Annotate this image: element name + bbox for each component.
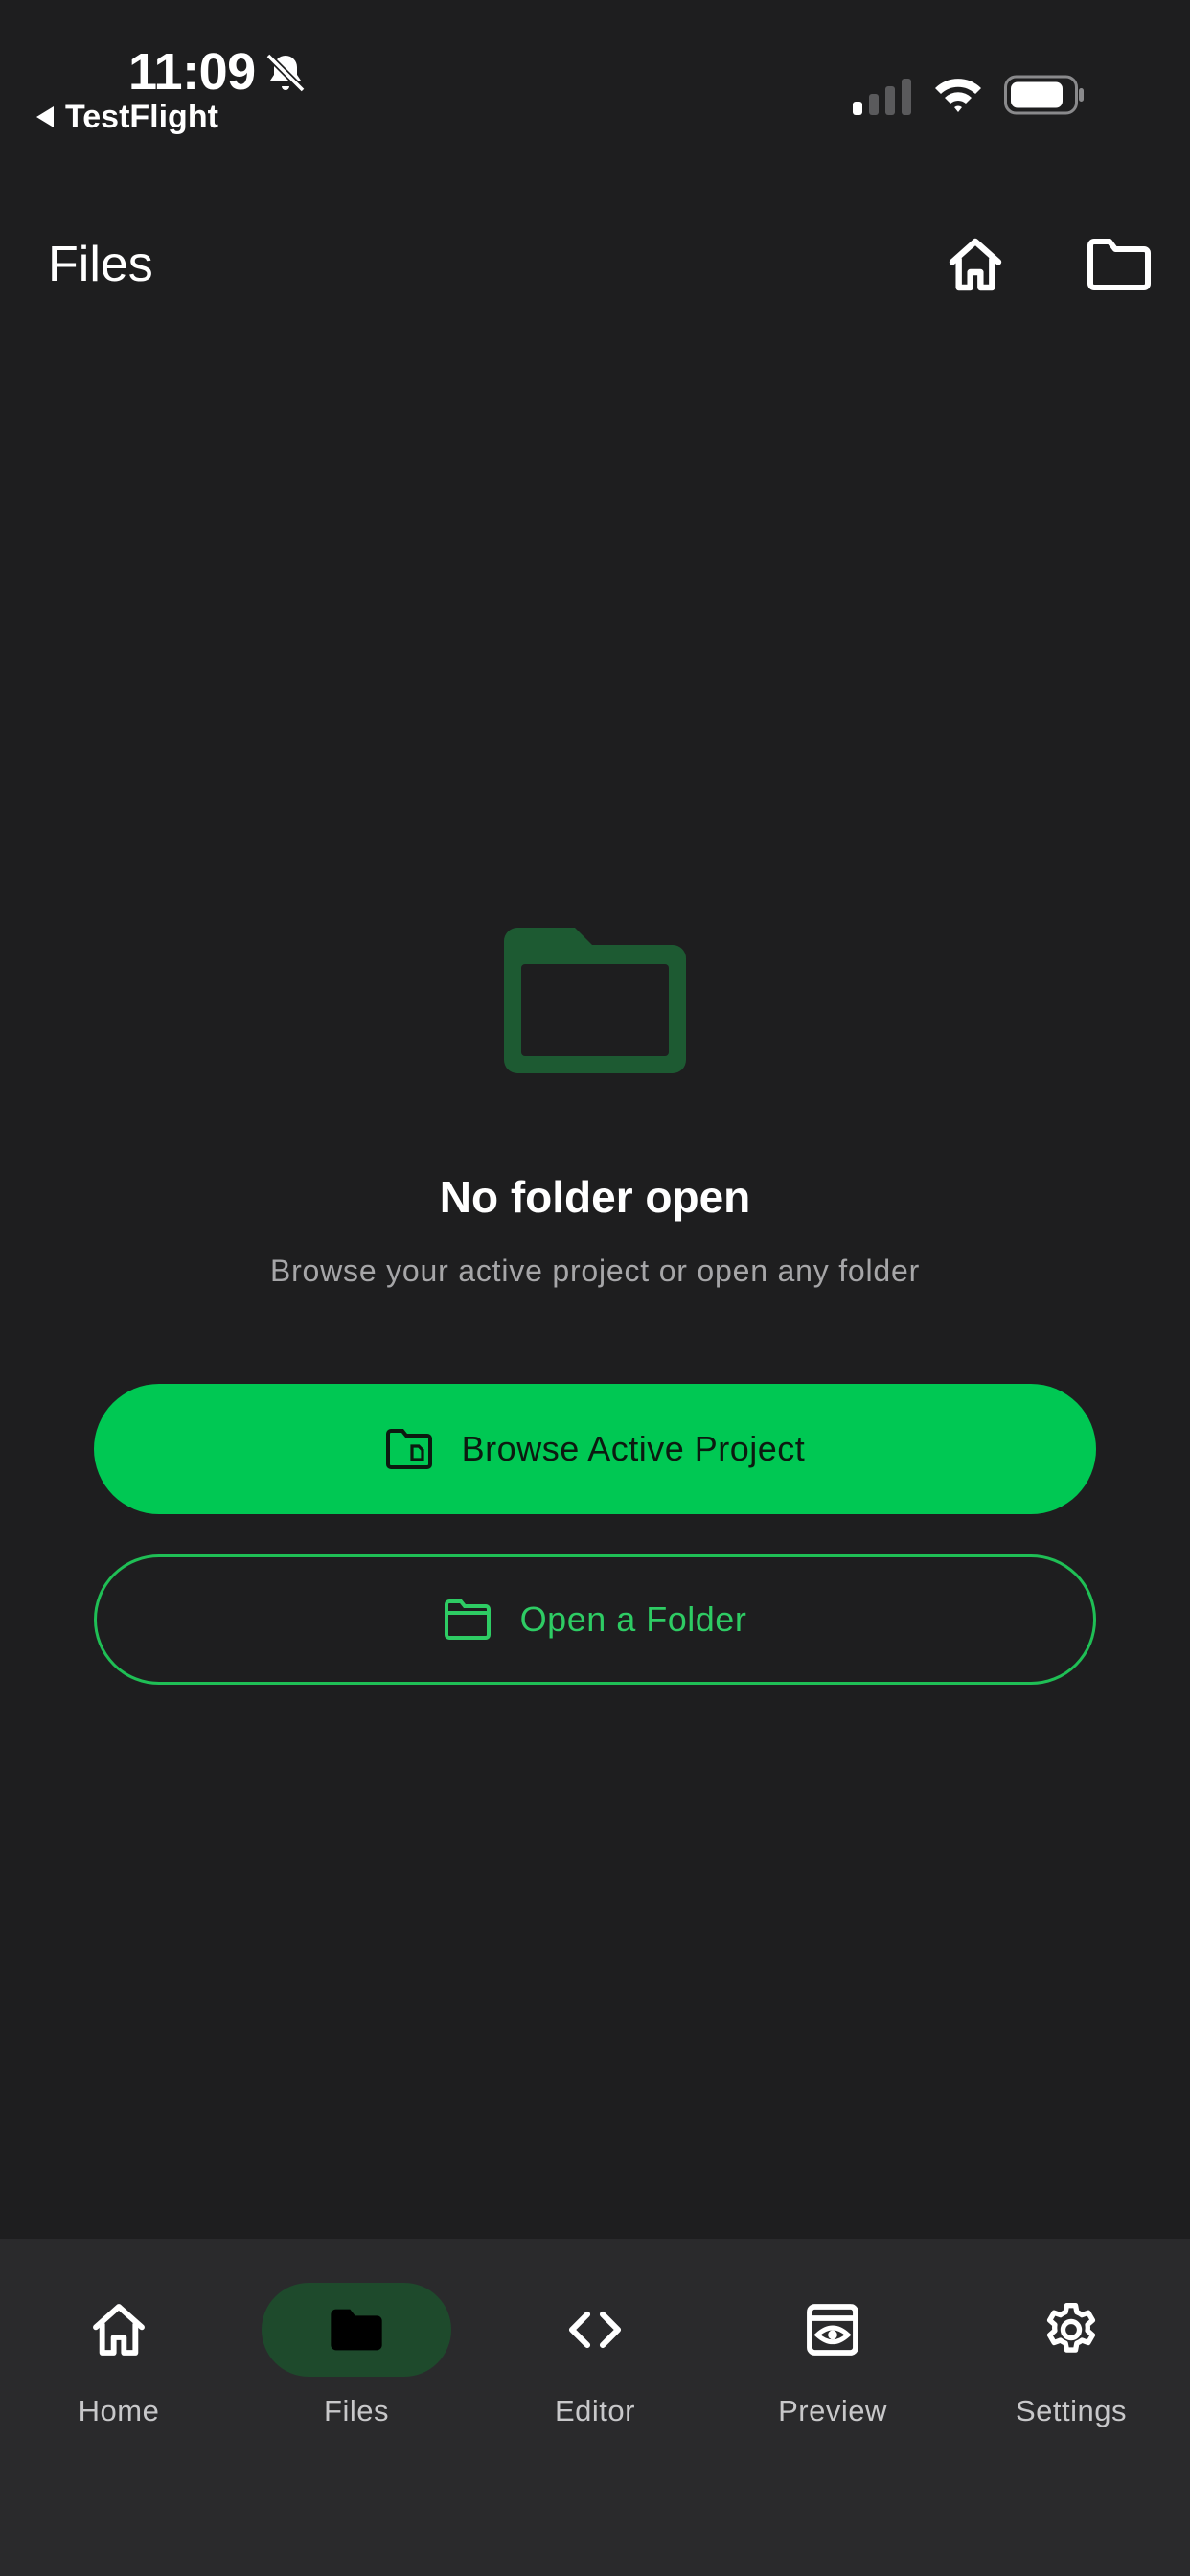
empty-state-subtitle: Browse your active project or open any f… (269, 1254, 921, 1288)
open-folder-icon[interactable] (1087, 238, 1152, 291)
nav-label-files: Files (324, 2394, 389, 2427)
nav-item-home[interactable]: Home (4, 2283, 234, 2436)
nav-item-editor[interactable]: Editor (480, 2283, 710, 2436)
back-to-testflight-link[interactable]: TestFlight (36, 98, 218, 136)
empty-folder-icon (504, 928, 686, 1073)
eye-icon (807, 2304, 858, 2356)
bell-muted-icon (265, 53, 306, 93)
open-folder-button[interactable]: Open a Folder (94, 1554, 1096, 1685)
cellular-signal-icon (853, 79, 911, 115)
home-icon[interactable] (945, 234, 1006, 295)
project-folder-icon (385, 1429, 432, 1469)
status-time: 11:09 (128, 43, 256, 101)
nav-item-settings[interactable]: Settings (956, 2283, 1186, 2436)
folder-icon (331, 2309, 382, 2351)
bottom-navigation: Home Files Editor Preview Settings (0, 2239, 1190, 2576)
nav-label-editor: Editor (555, 2394, 635, 2427)
home-icon (93, 2304, 145, 2356)
code-icon (568, 2311, 622, 2349)
page-title: Files (48, 237, 153, 292)
empty-state-title: No folder open (439, 1172, 751, 1222)
back-link-label: TestFlight (65, 98, 218, 135)
nav-item-preview[interactable]: Preview (718, 2283, 948, 2436)
back-arrow-icon (36, 106, 54, 127)
nav-label-home: Home (78, 2394, 160, 2427)
nav-label-preview: Preview (778, 2394, 887, 2427)
open-folder-button-label: Open a Folder (519, 1599, 747, 1639)
wifi-icon (935, 79, 981, 112)
nav-item-files[interactable]: Files (241, 2283, 471, 2436)
folder-icon (444, 1599, 491, 1640)
battery-icon (1004, 75, 1084, 115)
files-screen: 11:09 TestFlight Files No folder open Br… (0, 0, 1190, 2576)
nav-active-indicator (262, 2283, 451, 2377)
browse-button-label: Browse Active Project (461, 1429, 806, 1468)
nav-label-settings: Settings (1015, 2394, 1127, 2427)
browse-active-project-button[interactable]: Browse Active Project (94, 1384, 1096, 1514)
gear-icon (1046, 2303, 1096, 2353)
